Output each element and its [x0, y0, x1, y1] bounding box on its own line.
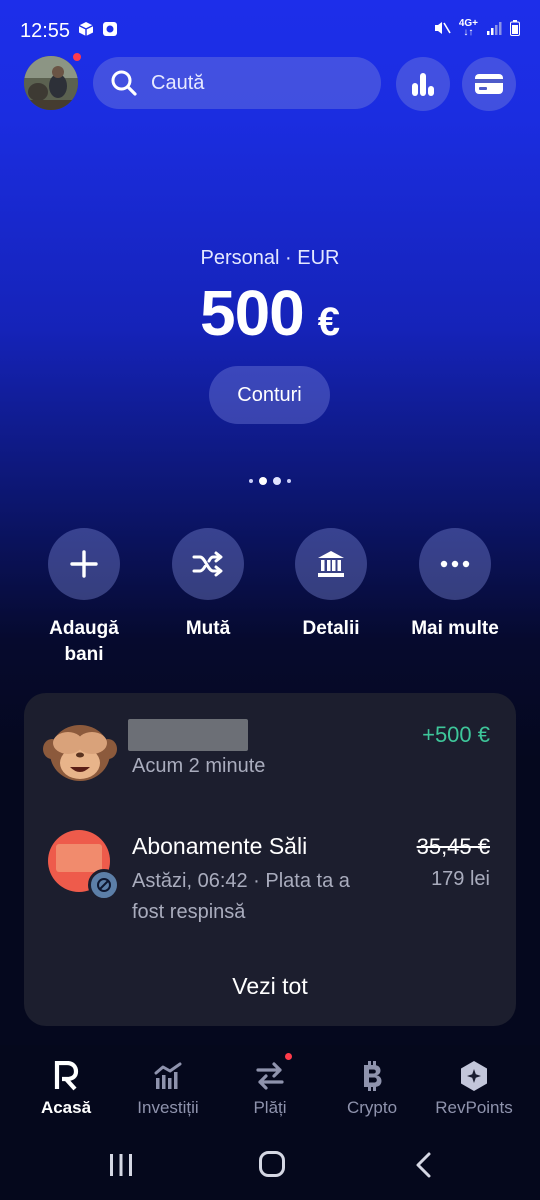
more-label: Mai multe [411, 618, 499, 639]
page-dot [249, 479, 253, 483]
revpoints-icon [461, 1061, 487, 1091]
bank-icon [318, 551, 344, 577]
move-action[interactable]: Mută [146, 528, 270, 642]
search-icon [111, 70, 137, 96]
network-type: 4G+ ↓↑ [458, 18, 478, 38]
move-button[interactable] [172, 528, 244, 600]
app-screen: 12:55 4G+ ↓↑ Caută Personal · EUR 500 € … [0, 0, 540, 1200]
transaction-amount: 35,45 € [416, 834, 490, 859]
recent-apps-icon[interactable] [108, 1152, 134, 1178]
add-money-label: Adaugă bani [49, 618, 119, 665]
page-dot-active [259, 477, 267, 485]
transactions-card: Acum 2 minute +500 € Abonamente Săli Ast… [24, 693, 516, 1026]
page-indicator [0, 477, 540, 485]
account-label: Personal · EUR [200, 247, 340, 269]
status-notifications [78, 21, 118, 37]
more-button[interactable] [419, 528, 491, 600]
balance-currency: € [317, 300, 341, 344]
details-action[interactable]: Detalii [269, 528, 393, 642]
back-icon[interactable] [413, 1151, 433, 1179]
status-time: 12:55 [20, 20, 71, 42]
box-notification-icon [78, 22, 94, 36]
signal-icon [487, 22, 502, 35]
status-system-icons: 4G+ ↓↑ [433, 18, 520, 38]
nav-payments-label: Plăți [253, 1098, 287, 1117]
transaction-title: Abonamente Săli [132, 833, 308, 859]
details-label: Detalii [302, 618, 360, 639]
nav-home[interactable]: Acasă [11, 1058, 121, 1118]
search-placeholder: Caută [151, 71, 205, 94]
transaction-amount: +500 € [422, 722, 490, 747]
merchant-logo-mark [56, 844, 102, 872]
invest-chart-icon [154, 1062, 182, 1089]
transaction-amount-local: 179 lei [431, 868, 490, 890]
plus-icon [70, 550, 98, 578]
nav-home-label: Acasă [40, 1098, 92, 1117]
more-icon [440, 560, 470, 568]
add-money-action[interactable]: Adaugă bani [22, 528, 146, 668]
page-dot [273, 477, 281, 485]
system-navigation-bar [0, 1130, 540, 1200]
analytics-button[interactable] [396, 57, 450, 111]
cards-button[interactable] [462, 57, 516, 111]
nav-payments[interactable]: Plăți [215, 1058, 325, 1118]
app-notification-icon [103, 22, 117, 36]
revolut-r-icon [54, 1061, 79, 1091]
balance-amount: 500 [199, 277, 305, 349]
profile-notification-dot [73, 53, 81, 61]
avatar-photo [24, 56, 78, 110]
details-button[interactable] [295, 528, 367, 600]
see-all-button[interactable]: Vezi tot [24, 973, 516, 1000]
nav-revpoints-label: RevPoints [435, 1098, 513, 1117]
redacted-name [128, 719, 248, 751]
shuffle-icon [192, 551, 223, 577]
balance-display: 500 € [0, 276, 540, 350]
search-bar[interactable]: Caută [93, 57, 381, 109]
add-money-button[interactable] [48, 528, 120, 600]
nav-investments[interactable]: Investiții [113, 1058, 223, 1118]
stats-icon [412, 73, 434, 96]
status-bar: 12:55 4G+ ↓↑ [0, 0, 540, 62]
more-action[interactable]: Mai multe [393, 528, 517, 642]
nav-investments-label: Investiții [137, 1098, 199, 1117]
transaction-time: Acum 2 minute [132, 755, 266, 777]
home-icon[interactable] [258, 1150, 286, 1178]
payments-notification-dot [285, 1053, 292, 1060]
profile-avatar[interactable] [24, 56, 78, 110]
declined-badge [88, 869, 120, 901]
transfer-arrows-icon [256, 1062, 284, 1090]
bitcoin-icon [364, 1061, 382, 1091]
see-no-evil-monkey-icon [43, 725, 117, 781]
card-icon [475, 74, 503, 94]
nav-crypto-label: Crypto [346, 1098, 398, 1117]
battery-icon [510, 20, 520, 36]
accounts-button[interactable]: Conturi [209, 366, 330, 424]
nav-revpoints[interactable]: RevPoints [419, 1058, 529, 1118]
nav-crypto[interactable]: Crypto [317, 1058, 427, 1118]
blocked-icon [97, 878, 111, 892]
page-dot [287, 479, 291, 483]
transaction-status: Astăzi, 06:42 · Plata ta a fost respinsă [132, 870, 350, 923]
mute-vibrate-icon [434, 22, 451, 34]
move-label: Mută [185, 618, 231, 639]
